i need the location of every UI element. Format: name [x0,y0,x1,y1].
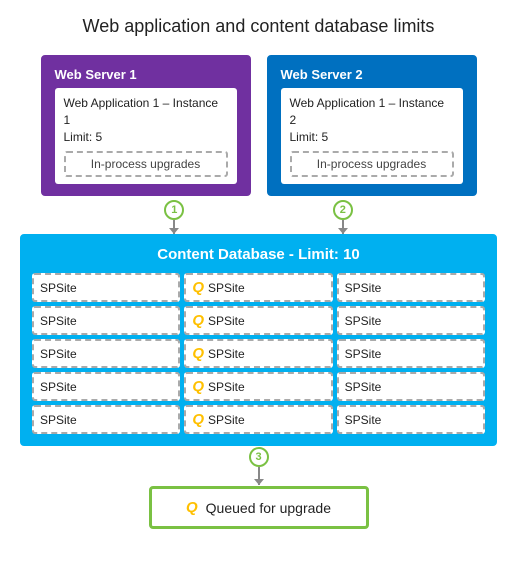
spsite-cell: SPSite [337,339,485,368]
web-server-2-instance: Web Application 1 – Instance 2 Limit: 5 [290,95,454,145]
arrow-line-2 [342,220,344,234]
circle-3: 3 [249,447,269,467]
spsite-cell-q: QSPSite [184,372,332,401]
web-server-1-title: Web Server 1 [55,67,237,82]
spsite-cell: SPSite [32,306,180,335]
arrow-line-1 [173,220,175,234]
queued-label: Queued for upgrade [206,500,331,516]
q-icon-inline: Q [192,345,204,362]
spsite-cell-q: QSPSite [184,405,332,434]
spsite-cell: SPSite [32,273,180,302]
content-database: Content Database - Limit: 10 SPSiteQSPSi… [20,234,497,446]
spsite-cell: SPSite [32,405,180,434]
q-icon-inline: Q [192,312,204,329]
circle-1: 1 [164,200,184,220]
spsite-cell: SPSite [337,273,485,302]
queued-section: Q Queued for upgrade [20,486,497,529]
web-server-1-inprocess: In-process upgrades [64,151,228,177]
arrow-3-section: 3 [20,446,497,486]
queued-box: Q Queued for upgrade [149,486,369,529]
spsite-cell-q: QSPSite [184,339,332,368]
spsite-cell-q: QSPSite [184,273,332,302]
arrow-1-col: 1 [164,200,184,234]
web-servers-row: Web Server 1 Web Application 1 – Instanc… [20,55,497,196]
content-db-title: Content Database - Limit: 10 [32,246,485,263]
circle-2: 2 [333,200,353,220]
page-title: Web application and content database lim… [20,16,497,37]
q-icon: Q [186,499,198,516]
web-server-2-inprocess: In-process upgrades [290,151,454,177]
arrows-row: 1 2 [20,200,497,234]
web-server-2: Web Server 2 Web Application 1 – Instanc… [267,55,477,196]
spsite-cell: SPSite [337,372,485,401]
arrow-2-col: 2 [333,200,353,234]
spsite-cell-q: QSPSite [184,306,332,335]
web-server-2-inner: Web Application 1 – Instance 2 Limit: 5 … [281,88,463,184]
spsite-cell: SPSite [337,306,485,335]
q-icon-inline: Q [192,378,204,395]
arrow-line-3 [258,467,260,485]
web-server-1-inner: Web Application 1 – Instance 1 Limit: 5 … [55,88,237,184]
spsite-cell: SPSite [337,405,485,434]
spsite-cell: SPSite [32,372,180,401]
q-icon-inline: Q [192,279,204,296]
web-server-2-title: Web Server 2 [281,67,463,82]
spsite-cell: SPSite [32,339,180,368]
web-server-1-instance: Web Application 1 – Instance 1 Limit: 5 [64,95,228,145]
q-icon-inline: Q [192,411,204,428]
spsite-grid: SPSiteQSPSiteSPSiteSPSiteQSPSiteSPSiteSP… [32,273,485,434]
web-server-1: Web Server 1 Web Application 1 – Instanc… [41,55,251,196]
